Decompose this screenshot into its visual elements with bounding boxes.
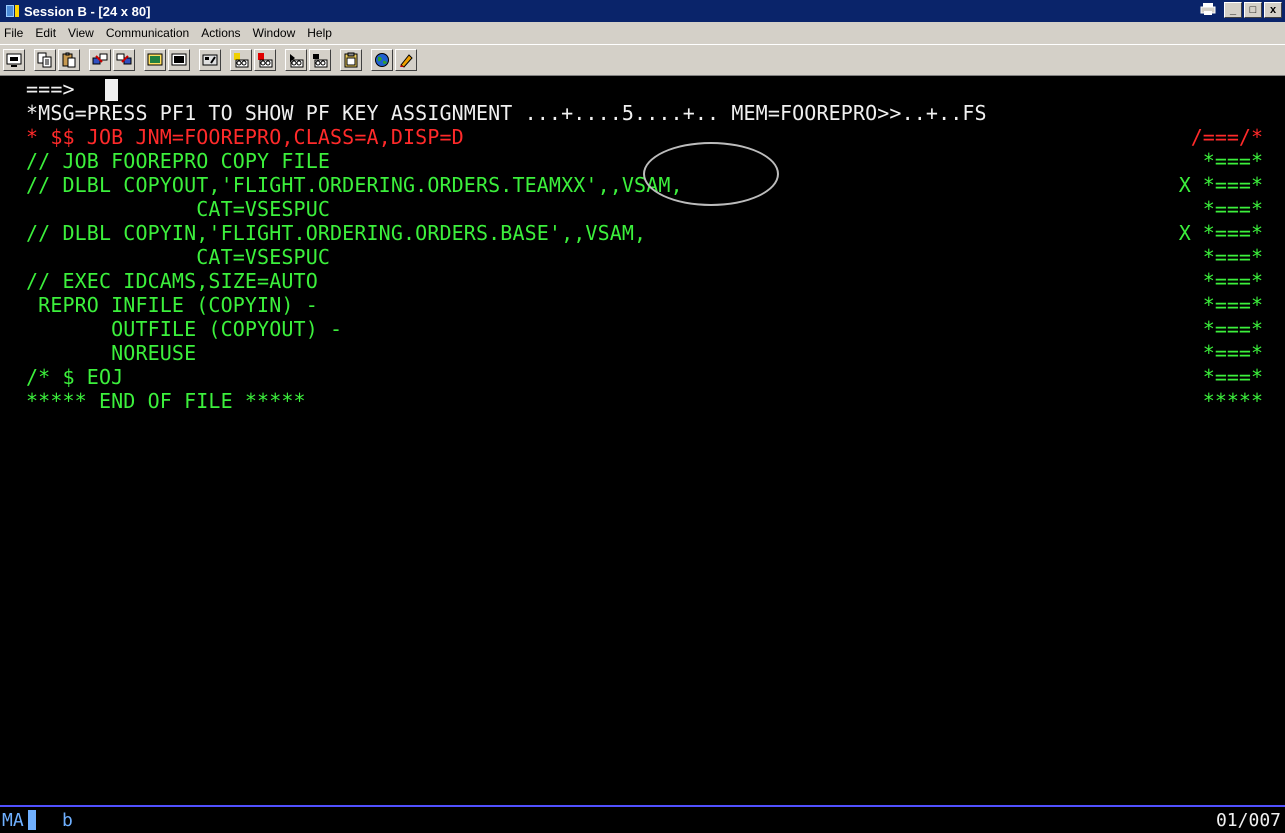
line-marker: *===* [1202,245,1263,269]
paste-icon[interactable] [58,49,80,71]
pencil-icon[interactable] [395,49,417,71]
line-marker: *===* [1202,317,1263,341]
menu-communication[interactable]: Communication [100,26,195,40]
line-marker: ***** [1202,389,1263,413]
code-line[interactable]: CAT=VSESPUC [26,197,330,221]
command-prompt: ===> [26,77,75,101]
code-line[interactable]: // DLBL COPYOUT,'FLIGHT.ORDERING.ORDERS.… [26,173,683,197]
menu-help[interactable]: Help [301,26,338,40]
line-marker: *===* [1202,149,1263,173]
line-marker: *===* [1202,197,1263,221]
session-app-icon[interactable] [4,4,20,18]
window-title: Session B - [24 x 80] [24,3,151,19]
status-mode: MA [2,810,24,831]
menu-file[interactable]: File [0,26,29,40]
line-marker: X *===* [1178,221,1263,245]
minimize-button[interactable]: _ [1224,2,1242,18]
line-marker: *===* [1202,293,1263,317]
code-line[interactable]: REPRO INFILE (COPYIN) - [26,293,318,317]
text-cursor [105,79,118,101]
code-line[interactable]: ***** END OF FILE ***** [26,389,306,413]
highlight-circle [643,142,779,206]
clipboard-icon[interactable] [340,49,362,71]
code-line[interactable]: // DLBL COPYIN,'FLIGHT.ORDERING.ORDERS.B… [26,221,646,245]
menu-actions[interactable]: Actions [195,26,246,40]
status-indicator: b [62,810,73,831]
keyboard-map-icon[interactable] [199,49,221,71]
code-line[interactable]: OUTFILE (COPYOUT) - [26,317,342,341]
status-bar: MA b 01/007 [0,807,1285,833]
receive-file-icon[interactable] [113,49,135,71]
copy-icon[interactable] [34,49,56,71]
title-bar: Session B - [24 x 80] _ □ x [0,0,1285,22]
macro-stop-icon[interactable] [285,49,307,71]
toolbar [0,44,1285,76]
screen-icon[interactable] [144,49,166,71]
macro-play-icon[interactable] [254,49,276,71]
close-button[interactable]: x [1264,2,1282,18]
line-marker: *===* [1202,269,1263,293]
code-line[interactable]: // JOB FOOREPRO COPY FILE [26,149,330,173]
code-line[interactable]: // EXEC IDCAMS,SIZE=AUTO [26,269,318,293]
code-line[interactable]: CAT=VSESPUC [26,245,330,269]
code-line[interactable]: * $$ JOB JNM=FOOREPRO,CLASS=A,DISP=D [26,125,464,149]
line-marker: *===* [1202,365,1263,389]
terminal-screen[interactable]: ===> *MSG=PRESS PF1 TO SHOW PF KEY ASSIG… [0,77,1285,806]
macro-record-icon[interactable] [230,49,252,71]
menu-bar: File Edit View Communication Actions Win… [0,22,1285,44]
globe-icon[interactable] [371,49,393,71]
print-icon[interactable] [1200,2,1216,16]
line-marker: *===* [1202,341,1263,365]
maximize-button[interactable]: □ [1244,2,1262,18]
menu-edit[interactable]: Edit [29,26,62,40]
send-file-icon[interactable] [89,49,111,71]
fullscreen-icon[interactable] [168,49,190,71]
menu-view[interactable]: View [62,26,100,40]
menu-window[interactable]: Window [247,26,302,40]
cursor-position: 01/007 [1215,810,1281,831]
message-line: *MSG=PRESS PF1 TO SHOW PF KEY ASSIGNMENT… [26,101,987,125]
display-setup-icon[interactable] [3,49,25,71]
status-cursor-icon [28,810,36,830]
code-line[interactable]: /* $ EOJ [26,365,123,389]
code-line[interactable]: NOREUSE [26,341,196,365]
line-marker: /===/* [1190,125,1263,149]
macro-edit-icon[interactable] [309,49,331,71]
line-marker: X *===* [1178,173,1263,197]
